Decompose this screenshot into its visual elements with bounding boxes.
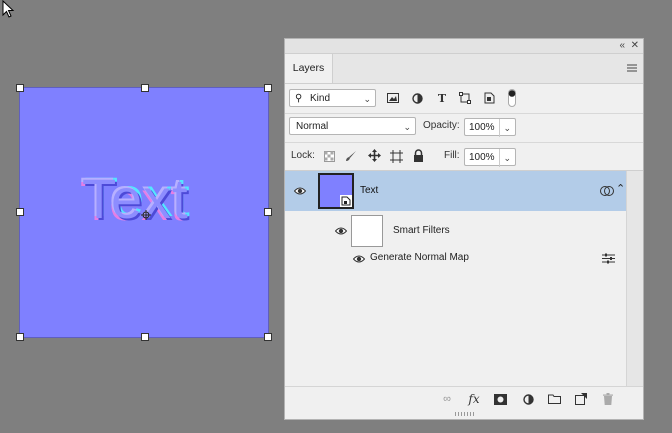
lock-label: Lock: [291, 150, 315, 161]
transform-handle-tc[interactable] [141, 84, 149, 92]
smart-filter-mask-thumbnail[interactable] [351, 215, 383, 247]
smartobject-filter-icon[interactable] [482, 91, 496, 105]
transform-handle-mr[interactable] [264, 208, 272, 216]
lock-image-icon[interactable] [344, 149, 358, 163]
transform-handle-tl[interactable] [16, 84, 24, 92]
mouse-cursor-icon [2, 0, 15, 18]
search-icon: ⚲ [295, 93, 303, 104]
chevron-down-icon[interactable]: ⌄ [499, 119, 511, 137]
lock-transparent-icon[interactable] [322, 149, 336, 163]
transform-handle-tr[interactable] [264, 84, 272, 92]
layers-list: Text ⌃ Smart Filters Generate Normal Map [285, 171, 626, 386]
panel-titlebar[interactable]: « ✕ [285, 39, 643, 54]
panel-footer: ∞ fx [285, 386, 643, 411]
image-filter-icon[interactable] [386, 91, 400, 105]
type-filter-icon[interactable]: T [435, 91, 449, 105]
link-layers-icon[interactable]: ∞ [440, 392, 454, 406]
panel-resize-grip[interactable] [455, 412, 475, 416]
add-mask-icon[interactable] [493, 392, 507, 406]
transform-handle-bl[interactable] [16, 333, 24, 341]
filter-kind-select[interactable]: ⚲ Kind ⌄ [289, 89, 376, 107]
lock-all-icon[interactable] [411, 148, 425, 162]
chevron-down-icon[interactable]: ⌄ [499, 149, 511, 167]
smart-filters-row[interactable]: Smart Filters [285, 211, 626, 249]
close-panel-icon[interactable]: ✕ [631, 40, 639, 52]
eye-icon[interactable] [294, 186, 306, 196]
filter-toggle-icon[interactable] [505, 88, 519, 108]
filter-blending-options-icon[interactable] [602, 253, 615, 264]
layer-row-text[interactable]: Text ⌃ [285, 171, 626, 211]
panel-menu-icon[interactable] [627, 63, 637, 73]
adjustment-layer-icon[interactable] [521, 392, 535, 406]
delete-icon[interactable] [601, 392, 615, 406]
document-canvas[interactable]: Text [20, 88, 268, 337]
transform-handle-ml[interactable] [16, 208, 24, 216]
filter-row-generate-normal-map[interactable]: Generate Normal Map [285, 249, 626, 267]
group-icon[interactable] [547, 392, 561, 406]
eye-icon[interactable] [335, 226, 347, 236]
fill-field[interactable]: 100% ⌄ [464, 148, 516, 167]
transform-handle-bc[interactable] [141, 333, 149, 341]
eye-icon[interactable] [353, 254, 365, 264]
collapse-effects-icon[interactable]: ⌃ [616, 182, 625, 195]
canvas-text: Text [82, 167, 189, 230]
fx-icon[interactable]: fx [467, 392, 481, 406]
filter-name: Generate Normal Map [370, 252, 469, 263]
opacity-field[interactable]: 100% ⌄ [464, 118, 516, 137]
lock-position-icon[interactable] [367, 148, 381, 162]
adjustment-filter-icon[interactable] [410, 91, 424, 105]
shape-filter-icon[interactable] [458, 91, 472, 105]
opacity-label: Opacity: [423, 120, 460, 131]
chevron-down-icon: ⌄ [363, 94, 371, 104]
layers-scrollbar[interactable] [626, 171, 643, 386]
new-layer-icon[interactable] [574, 392, 588, 406]
fill-label: Fill: [444, 150, 460, 161]
smart-object-badge-icon [340, 195, 352, 207]
layer-name[interactable]: Text [360, 185, 378, 196]
blend-mode-select[interactable]: Normal ⌄ [289, 117, 416, 135]
smart-filter-indicator-icon [600, 186, 614, 196]
transform-pivot-icon[interactable] [141, 210, 151, 220]
lock-artboard-icon[interactable] [389, 149, 403, 163]
tab-layers[interactable]: Layers [285, 54, 333, 83]
transform-handle-br[interactable] [264, 333, 272, 341]
chevron-down-icon: ⌄ [403, 122, 411, 132]
layers-panel: « ✕ Layers ⚲ Kind ⌄ T Normal ⌄ Opacity: … [284, 38, 644, 420]
layer-thumbnail[interactable] [318, 173, 354, 209]
collapse-panel-icon[interactable]: « [619, 40, 625, 52]
smart-filters-label: Smart Filters [393, 225, 450, 236]
